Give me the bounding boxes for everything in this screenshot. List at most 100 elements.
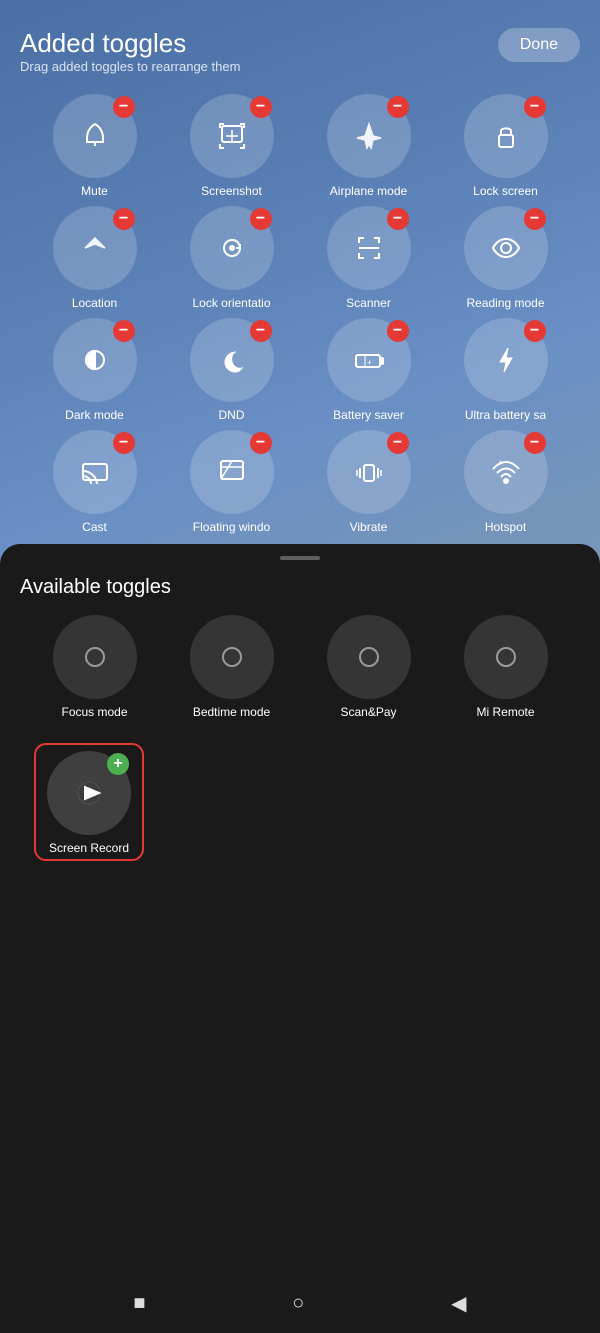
toggle-circle-readingmode: − <box>464 206 548 290</box>
toggle-label-hotspot: Hotspot <box>485 520 526 534</box>
toggle-label-lockscreen: Lock screen <box>473 184 538 198</box>
screenshot-icon <box>214 118 250 154</box>
remove-badge-location[interactable]: − <box>113 208 135 230</box>
sheet-handle <box>280 556 320 560</box>
toggle-circle-dnd: − <box>190 318 274 402</box>
added-toggle-grid: − Mute − Screenshot <box>20 94 580 534</box>
cast-icon <box>77 454 113 490</box>
toggle-darkmode[interactable]: − Dark mode <box>28 318 161 422</box>
available-toggle-grid: Focus mode Bedtime mode Scan&Pay <box>20 615 580 719</box>
remove-badge-lockscreen[interactable]: − <box>524 96 546 118</box>
toggle-lockorientation[interactable]: − Lock orientatio <box>165 206 298 310</box>
vibrate-icon <box>351 454 387 490</box>
toggle-label-location: Location <box>72 296 117 310</box>
toggle-vibrate[interactable]: − Vibrate <box>302 430 435 534</box>
miremote-icon <box>488 639 524 675</box>
lock-icon <box>488 118 524 154</box>
moon-icon <box>214 342 250 378</box>
focus-icon <box>77 639 113 675</box>
toggle-hotspot[interactable]: − Hotspot <box>439 430 572 534</box>
scanner-icon <box>351 230 387 266</box>
remove-badge-dnd[interactable]: − <box>250 320 272 342</box>
toggle-scanner[interactable]: − Scanner <box>302 206 435 310</box>
avail-label-scanpay: Scan&Pay <box>340 705 396 719</box>
toggle-circle-batterysaver: + − <box>327 318 411 402</box>
toggle-readingmode[interactable]: − Reading mode <box>439 206 572 310</box>
remove-badge-lockorientation[interactable]: − <box>250 208 272 230</box>
toggle-label-dnd: DND <box>219 408 245 422</box>
floating-icon <box>214 454 250 490</box>
remove-badge-mute[interactable]: − <box>113 96 135 118</box>
toggle-label-ultrabattery: Ultra battery sa <box>465 408 546 422</box>
toggle-label-lockorientation: Lock orientatio <box>192 296 270 310</box>
avail-label-miremote: Mi Remote <box>476 705 534 719</box>
remove-badge-airplane[interactable]: − <box>387 96 409 118</box>
toggle-circle-location: − <box>53 206 137 290</box>
toggle-label-darkmode: Dark mode <box>65 408 124 422</box>
toggle-screenshot[interactable]: − Screenshot <box>165 94 298 198</box>
avail-miremote[interactable]: Mi Remote <box>439 615 572 719</box>
nav-square-button[interactable]: ■ <box>133 1292 145 1315</box>
toggle-cast[interactable]: − Cast <box>28 430 161 534</box>
toggle-circle-lockscreen: − <box>464 94 548 178</box>
remove-badge-batterysaver[interactable]: − <box>387 320 409 342</box>
remove-badge-readingmode[interactable]: − <box>524 208 546 230</box>
toggle-circle-lockorientation: − <box>190 206 274 290</box>
screen-record-circle: + <box>47 751 131 835</box>
available-title: Available toggles <box>20 576 580 599</box>
toggle-label-vibrate: Vibrate <box>350 520 388 534</box>
add-badge-screen-record[interactable]: + <box>107 753 129 775</box>
added-section: Added toggles Drag added toggles to rear… <box>0 0 600 544</box>
remove-badge-ultrabattery[interactable]: − <box>524 320 546 342</box>
toggle-circle-screenshot: − <box>190 94 274 178</box>
bolt-icon <box>488 342 524 378</box>
toggle-circle-airplane: − <box>327 94 411 178</box>
toggle-label-cast: Cast <box>82 520 107 534</box>
toggle-circle-darkmode: − <box>53 318 137 402</box>
remove-badge-darkmode[interactable]: − <box>113 320 135 342</box>
toggle-label-screenshot: Screenshot <box>201 184 262 198</box>
toggle-mute[interactable]: − Mute <box>28 94 161 198</box>
remove-badge-scanner[interactable]: − <box>387 208 409 230</box>
nav-back-button[interactable]: ◀ <box>451 1291 466 1316</box>
avail-scanpay[interactable]: Scan&Pay <box>302 615 435 719</box>
svg-text:+: + <box>367 358 372 367</box>
toggle-dnd[interactable]: − DND <box>165 318 298 422</box>
bell-icon <box>77 118 113 154</box>
toggle-label-batterysaver: Battery saver <box>333 408 404 422</box>
done-button[interactable]: Done <box>498 28 580 62</box>
avail-circle-focusmode <box>53 615 137 699</box>
toggle-airplane[interactable]: − Airplane mode <box>302 94 435 198</box>
toggle-lockscreen[interactable]: − Lock screen <box>439 94 572 198</box>
darkmode-icon <box>77 342 113 378</box>
remove-badge-hotspot[interactable]: − <box>524 432 546 454</box>
main-content: Added toggles Drag added toggles to rear… <box>0 0 600 1333</box>
toggle-batterysaver[interactable]: + − Battery saver <box>302 318 435 422</box>
avail-label-focusmode: Focus mode <box>61 705 127 719</box>
avail-circle-bedtimemode <box>190 615 274 699</box>
screen-record-icon <box>71 775 107 811</box>
toggle-label-scanner: Scanner <box>346 296 391 310</box>
avail-focusmode[interactable]: Focus mode <box>28 615 161 719</box>
toggle-circle-hotspot: − <box>464 430 548 514</box>
added-header: Added toggles Drag added toggles to rear… <box>20 28 580 90</box>
remove-badge-screenshot[interactable]: − <box>250 96 272 118</box>
toggle-label-floating: Floating windo <box>193 520 270 534</box>
wifi-icon <box>488 454 524 490</box>
toggle-circle-floating: − <box>190 430 274 514</box>
toggle-circle-vibrate: − <box>327 430 411 514</box>
bedtime-icon <box>214 639 250 675</box>
toggle-ultrabattery[interactable]: − Ultra battery sa <box>439 318 572 422</box>
screen-record-item[interactable]: + Screen Record <box>34 743 144 861</box>
remove-badge-floating[interactable]: − <box>250 432 272 454</box>
remove-badge-cast[interactable]: − <box>113 432 135 454</box>
toggle-floating[interactable]: − Floating windo <box>165 430 298 534</box>
screen-record-label: Screen Record <box>49 841 129 855</box>
rotate-icon <box>214 230 250 266</box>
toggle-circle-ultrabattery: − <box>464 318 548 402</box>
toggle-label-readingmode: Reading mode <box>466 296 544 310</box>
nav-home-button[interactable]: ○ <box>292 1292 304 1315</box>
avail-bedtimemode[interactable]: Bedtime mode <box>165 615 298 719</box>
toggle-location[interactable]: − Location <box>28 206 161 310</box>
remove-badge-vibrate[interactable]: − <box>387 432 409 454</box>
